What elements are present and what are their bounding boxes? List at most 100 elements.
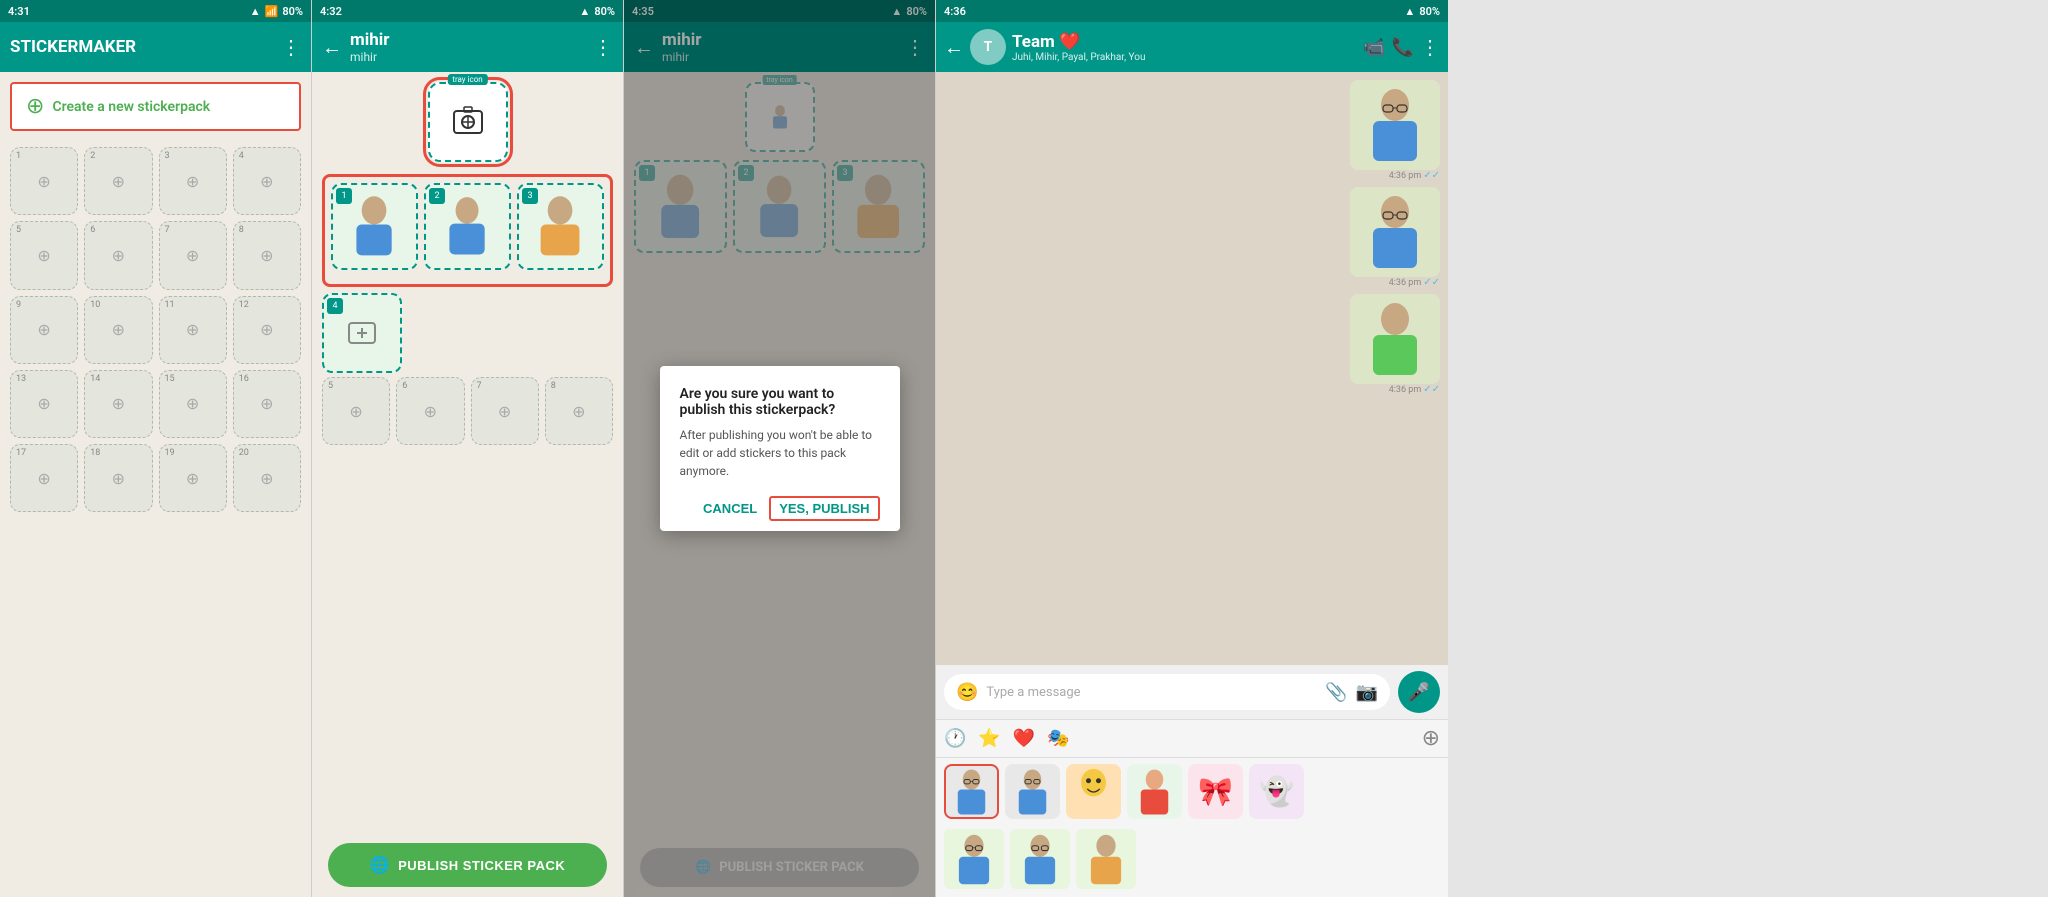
cell-e-1[interactable]: 5⊕ bbox=[322, 377, 390, 445]
add-circle-icon: ⊕ bbox=[26, 94, 44, 119]
thumb-person-2 bbox=[1016, 832, 1064, 887]
create-stickerpack-button[interactable]: ⊕ Create a new stickerpack bbox=[10, 82, 301, 131]
sticker-pack-selected[interactable] bbox=[944, 764, 999, 819]
sticker-pack-3[interactable] bbox=[1066, 764, 1121, 819]
sticker-thumb-2[interactable] bbox=[1010, 829, 1070, 889]
whatsapp-chat-panel: 4:36 ▲ 80% ← T Team ❤️ Juhi, Mihir, Paya… bbox=[936, 0, 1448, 897]
chat-time-1: 4:36 pm ✓✓ bbox=[1389, 170, 1440, 181]
toolbar-title-block-2: mihir mihir bbox=[350, 30, 389, 64]
tab-heart-icon[interactable]: ❤️ bbox=[1013, 728, 1035, 749]
sticker-person-3 bbox=[1360, 299, 1430, 379]
double-check-3: ✓✓ bbox=[1423, 384, 1440, 395]
phone-icon[interactable]: 📞 bbox=[1392, 37, 1414, 58]
chat-input-row: 😊 Type a message 📎 📷 🎤 bbox=[936, 665, 1448, 719]
call-icon[interactable]: 📹 bbox=[1363, 37, 1385, 58]
tab-sticker-icon[interactable]: 🎭 bbox=[1047, 728, 1069, 749]
dialog-cancel-button[interactable]: CANCEL bbox=[703, 496, 757, 521]
add-sticker-icon[interactable]: ⊕ bbox=[1422, 726, 1440, 751]
sticker-cell-5[interactable]: 5⊕ bbox=[10, 221, 78, 289]
chat-msg-2: 4:36 pm ✓✓ bbox=[944, 187, 1440, 288]
sticker-img-2[interactable] bbox=[1350, 187, 1440, 277]
toolbar-2: ← mihir mihir ⋮ bbox=[312, 22, 623, 72]
pack-thumb-4 bbox=[1132, 767, 1177, 817]
sticker-picker: 🕐 ⭐ ❤️ 🎭 ⊕ bbox=[936, 719, 1448, 897]
status-time-2: 4:32 bbox=[320, 5, 342, 18]
cell-e-2[interactable]: 6⊕ bbox=[396, 377, 464, 445]
sticker-thumb-3[interactable] bbox=[1076, 829, 1136, 889]
add-photo-icon-small bbox=[346, 317, 378, 349]
chat-participants: Juhi, Mihir, Payal, Prakhar, You bbox=[1012, 52, 1145, 63]
tab-star-icon[interactable]: ⭐ bbox=[978, 728, 1000, 749]
stickermaker-body: ⊕ Create a new stickerpack 1⊕ 2⊕ 3⊕ 4⊕ 5… bbox=[0, 72, 311, 897]
battery-4: 80% bbox=[1419, 5, 1440, 18]
cell-e-4[interactable]: 8⊕ bbox=[545, 377, 613, 445]
battery-2: 80% bbox=[594, 5, 615, 18]
sticker-photo-3[interactable]: 3 bbox=[517, 183, 604, 270]
camera-icon[interactable]: 📷 bbox=[1356, 682, 1378, 703]
publish-confirm-dialog: Are you sure you want to publish this st… bbox=[660, 366, 900, 531]
back-arrow-2[interactable]: ← bbox=[322, 35, 342, 60]
chat-title: Team ❤️ bbox=[1012, 32, 1145, 52]
sticker-cell-19[interactable]: 19⊕ bbox=[159, 444, 227, 512]
team-avatar[interactable]: T bbox=[970, 29, 1006, 65]
sticker-picker-tabs: 🕐 ⭐ ❤️ 🎭 ⊕ bbox=[936, 720, 1448, 758]
sticker-pack-4[interactable] bbox=[1127, 764, 1182, 819]
attach-icon[interactable]: 📎 bbox=[1325, 682, 1347, 703]
app-title: STICKERMAKER bbox=[10, 37, 273, 57]
signal-icon: 📶 bbox=[265, 5, 279, 18]
menu-icon-2[interactable]: ⋮ bbox=[593, 35, 613, 59]
sticker-grid-empty: 1⊕ 2⊕ 3⊕ 4⊕ 5⊕ 6⊕ 7⊕ 8⊕ 9⊕ 10⊕ 11⊕ 12⊕ 1… bbox=[10, 147, 301, 512]
sticker-cell-15[interactable]: 15⊕ bbox=[159, 370, 227, 438]
status-time-4: 4:36 bbox=[944, 5, 966, 18]
sticker-cell-4-empty[interactable]: 4 bbox=[322, 293, 402, 373]
sticker-cell-20[interactable]: 20⊕ bbox=[233, 444, 301, 512]
chat-sticker-bubble-3: 4:36 pm ✓✓ bbox=[1350, 294, 1440, 395]
sticker-cell-16[interactable]: 16⊕ bbox=[233, 370, 301, 438]
emoji-icon[interactable]: 😊 bbox=[956, 682, 978, 703]
sticker-cell-7[interactable]: 7⊕ bbox=[159, 221, 227, 289]
emoji-sticker-pack-2: 👻 bbox=[1259, 775, 1294, 808]
tab-clock-icon[interactable]: 🕐 bbox=[944, 728, 966, 749]
sticker-photo-1[interactable]: 1 bbox=[331, 183, 418, 270]
status-right-4: ▲ 80% bbox=[1404, 5, 1440, 18]
sticker-thumb-1[interactable] bbox=[944, 829, 1004, 889]
emoji-sticker-pack: 🎀 bbox=[1198, 775, 1233, 808]
sticker-pack-2[interactable] bbox=[1005, 764, 1060, 819]
publish-btn-2[interactable]: 🌐 PUBLISH STICKER PACK bbox=[328, 843, 607, 887]
chat-sticker-bubble-1: 4:36 pm ✓✓ bbox=[1350, 80, 1440, 181]
battery-1: 80% bbox=[282, 5, 303, 18]
sticker-cell-2[interactable]: 2⊕ bbox=[84, 147, 152, 215]
sticker-cell-13[interactable]: 13⊕ bbox=[10, 370, 78, 438]
sticker-cell-1[interactable]: 1⊕ bbox=[10, 147, 78, 215]
status-bar-1: 4:31 ▲ 📶 80% bbox=[0, 0, 311, 22]
double-check-2: ✓✓ bbox=[1423, 277, 1440, 288]
sticker-photo-2[interactable]: 2 bbox=[424, 183, 511, 270]
menu-icon-1[interactable]: ⋮ bbox=[281, 35, 301, 59]
sticker-pack-6[interactable]: 👻 bbox=[1249, 764, 1304, 819]
sticker-cell-6[interactable]: 6⊕ bbox=[84, 221, 152, 289]
wifi-icon-4: ▲ bbox=[1404, 5, 1415, 18]
sticker-cell-4[interactable]: 4⊕ bbox=[233, 147, 301, 215]
chat-input-box[interactable]: 😊 Type a message 📎 📷 bbox=[944, 674, 1390, 710]
sticker-grid-with-photos: 1 2 3 bbox=[331, 183, 604, 270]
dialog-yes-publish-button[interactable]: YES, PUBLISH bbox=[769, 496, 879, 521]
sticker-cell-17[interactable]: 17⊕ bbox=[10, 444, 78, 512]
sticker-cell-12[interactable]: 12⊕ bbox=[233, 296, 301, 364]
sticker-pack-5[interactable]: 🎀 bbox=[1188, 764, 1243, 819]
chat-msg-1: 4:36 pm ✓✓ bbox=[944, 80, 1440, 181]
sticker-img-1[interactable] bbox=[1350, 80, 1440, 170]
back-arrow-4[interactable]: ← bbox=[944, 35, 964, 60]
sticker-cell-9[interactable]: 9⊕ bbox=[10, 296, 78, 364]
dialog-actions: CANCEL YES, PUBLISH bbox=[680, 496, 880, 521]
sticker-cell-18[interactable]: 18⊕ bbox=[84, 444, 152, 512]
menu-icon-4[interactable]: ⋮ bbox=[1420, 35, 1440, 59]
mic-button[interactable]: 🎤 bbox=[1398, 671, 1440, 713]
sticker-img-3[interactable] bbox=[1350, 294, 1440, 384]
cell-e-3[interactable]: 7⊕ bbox=[471, 377, 539, 445]
tray-icon-box-2[interactable]: tray icon bbox=[428, 82, 508, 162]
sticker-cell-3[interactable]: 3⊕ bbox=[159, 147, 227, 215]
sticker-cell-8[interactable]: 8⊕ bbox=[233, 221, 301, 289]
sticker-cell-14[interactable]: 14⊕ bbox=[84, 370, 152, 438]
sticker-cell-10[interactable]: 10⊕ bbox=[84, 296, 152, 364]
sticker-cell-11[interactable]: 11⊕ bbox=[159, 296, 227, 364]
